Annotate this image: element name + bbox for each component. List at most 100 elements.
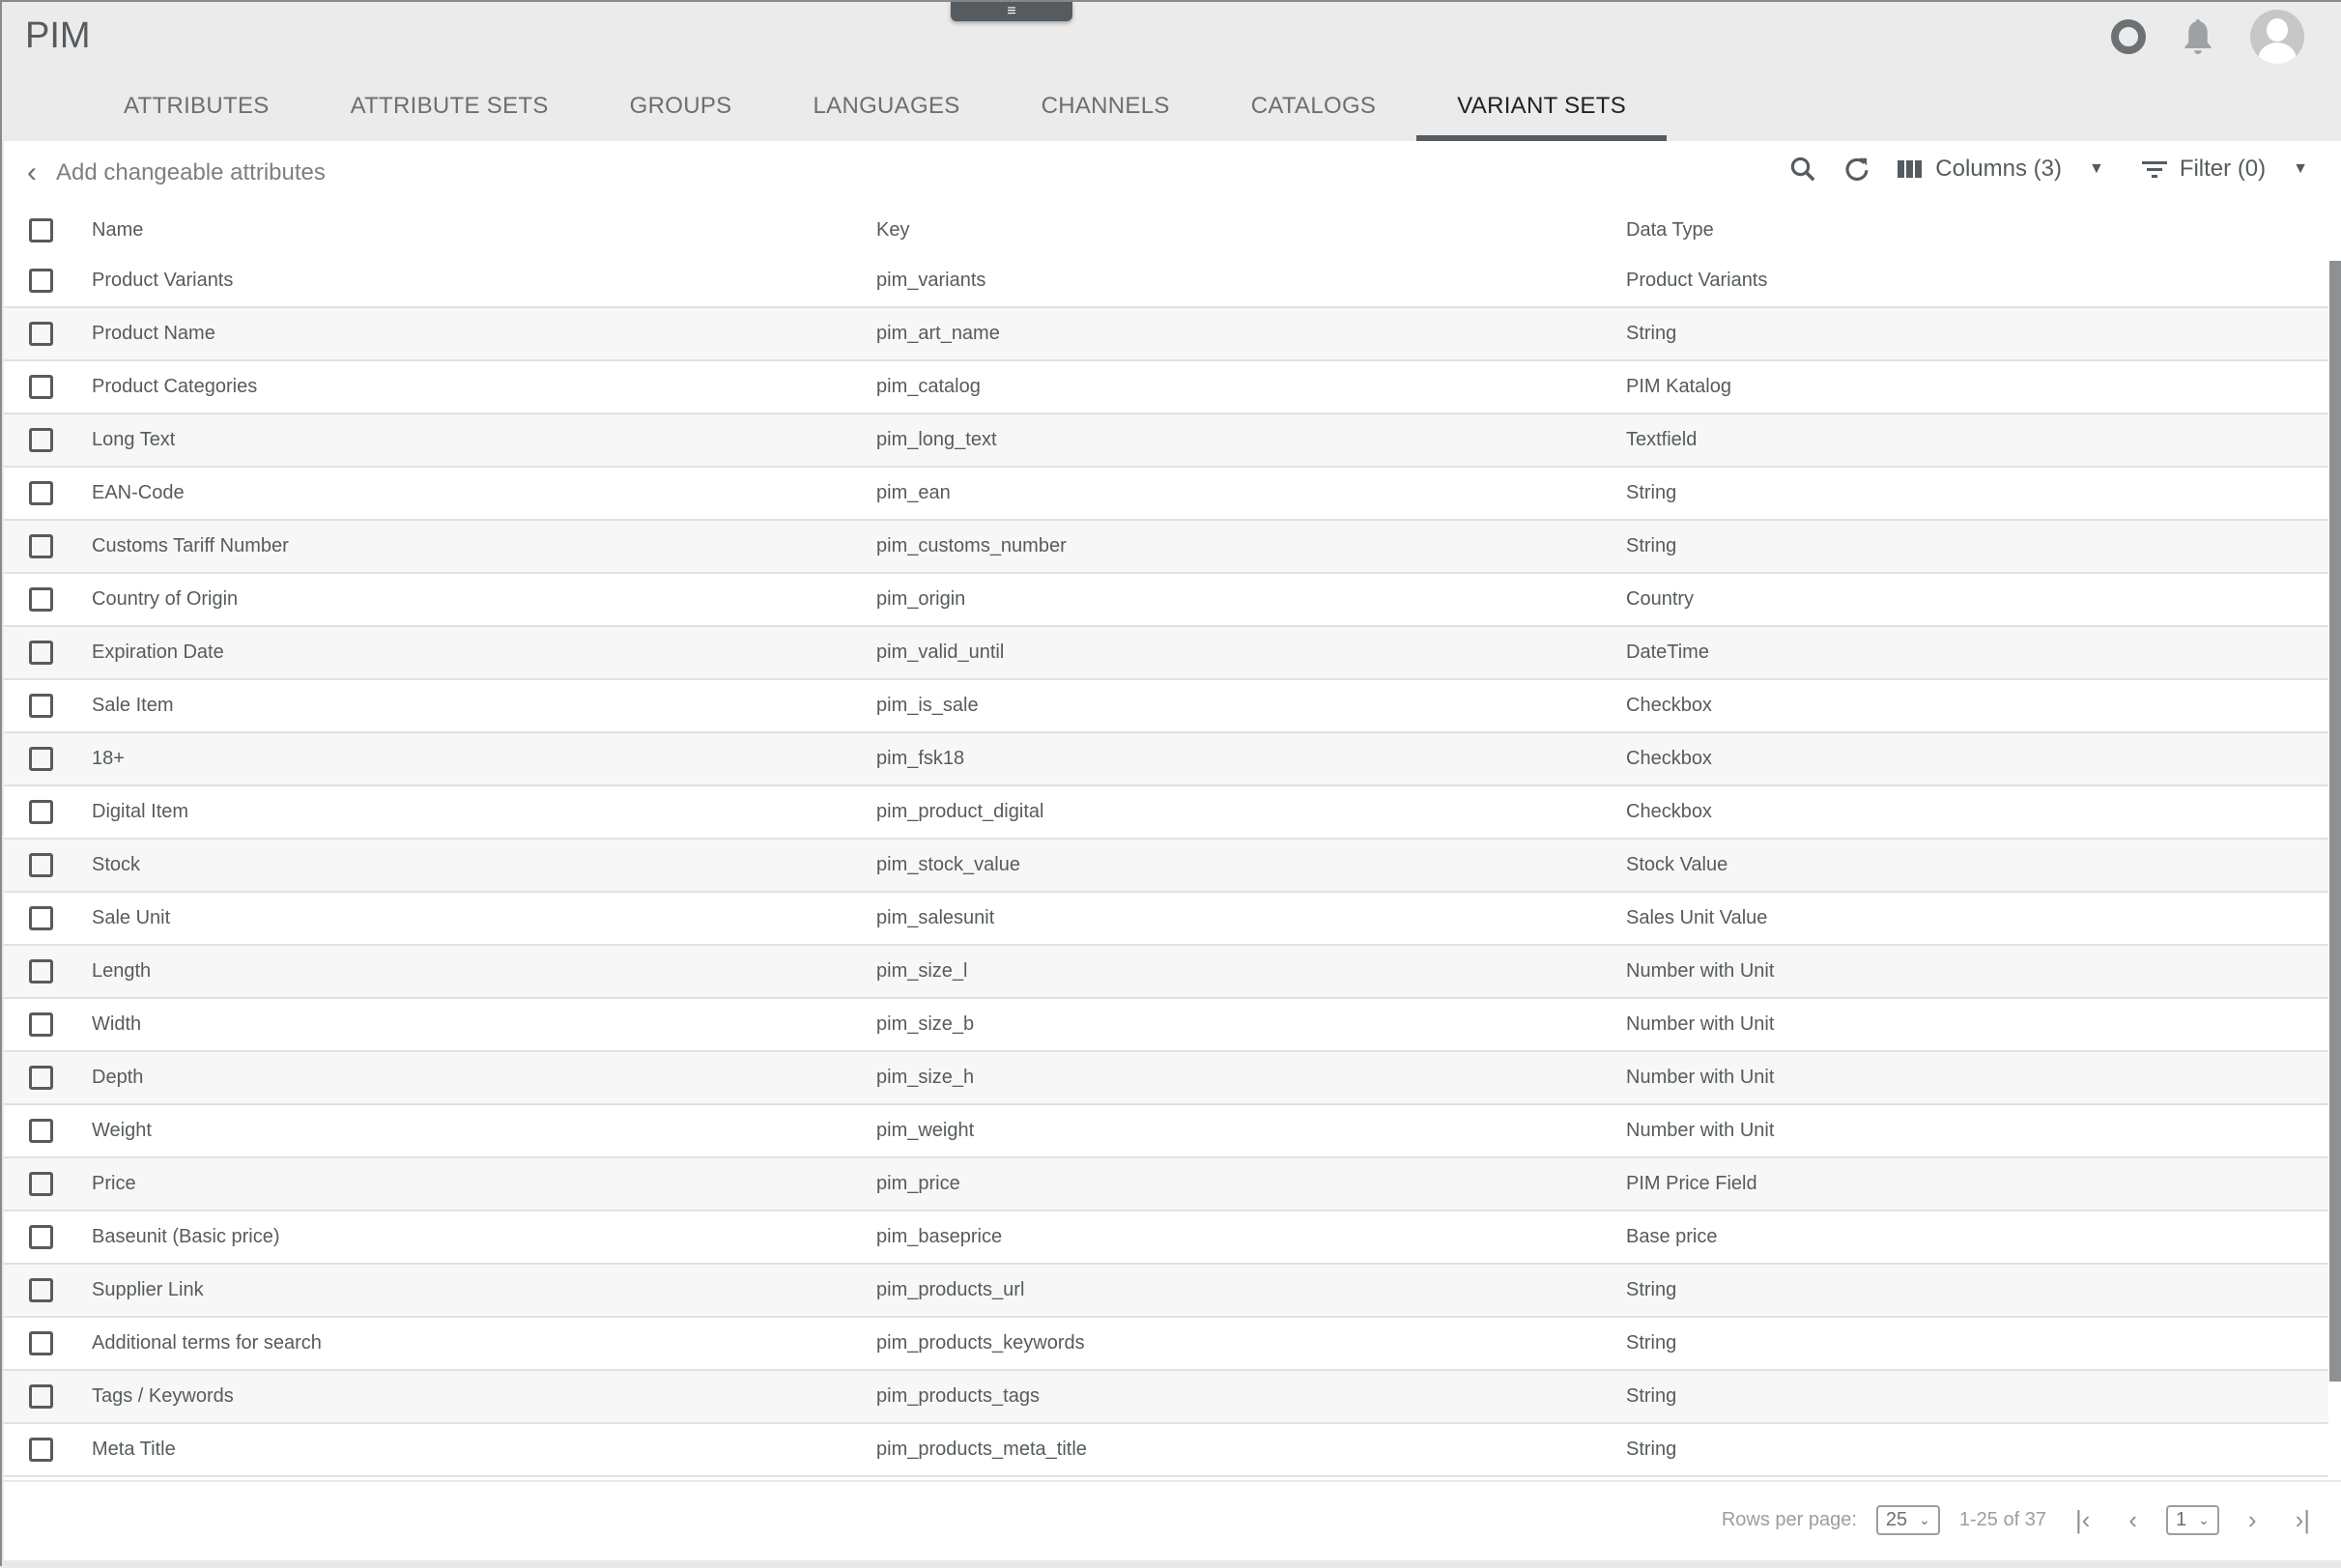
cell-key: pim_size_l xyxy=(876,960,968,982)
refresh-button[interactable] xyxy=(1842,155,1871,184)
cell-key: pim_weight xyxy=(876,1120,975,1141)
table-row[interactable]: Depth pim_size_h Number with Unit xyxy=(4,1052,2328,1105)
row-checkbox[interactable] xyxy=(29,959,53,984)
row-checkbox[interactable] xyxy=(29,1384,53,1409)
last-page-button[interactable]: ›| xyxy=(2286,1505,2320,1535)
page-value: 1 xyxy=(2176,1509,2187,1530)
table-row[interactable]: Expiration Date pim_valid_until DateTime xyxy=(4,627,2328,680)
drawer-toggle-button[interactable]: ≡ xyxy=(951,2,1072,21)
row-checkbox[interactable] xyxy=(29,534,53,558)
select-all-checkbox[interactable] xyxy=(29,217,53,242)
table-row[interactable]: Meta Title pim_products_meta_title String xyxy=(4,1424,2328,1477)
table-row[interactable]: Digital Item pim_product_digital Checkbox xyxy=(4,786,2328,840)
table-row[interactable]: Width pim_size_b Number with Unit xyxy=(4,999,2328,1052)
cell-name: Long Text xyxy=(92,429,176,450)
tab-attributes[interactable]: ATTRIBUTES xyxy=(83,81,310,141)
column-header-data-type[interactable]: Data Type xyxy=(1626,219,1714,242)
table-row[interactable]: Sale Item pim_is_sale Checkbox xyxy=(4,680,2328,733)
cell-name: Baseunit (Basic price) xyxy=(92,1226,280,1247)
back-button[interactable]: ‹ Add changeable attributes xyxy=(27,158,326,187)
vertical-scrollbar[interactable] xyxy=(2329,261,2341,1382)
toolbar-tools: Columns (3) ▼ Filter (0) ▼ xyxy=(1788,155,2308,184)
tab-variant-sets[interactable]: VARIANT SETS xyxy=(1416,81,1667,141)
previous-page-button[interactable]: ‹ xyxy=(2119,1505,2147,1535)
row-checkbox[interactable] xyxy=(29,1119,53,1143)
tab-channels[interactable]: CHANNELS xyxy=(1001,81,1211,141)
row-checkbox[interactable] xyxy=(29,1012,53,1037)
tab-groups[interactable]: GROUPS xyxy=(589,81,773,141)
row-checkbox[interactable] xyxy=(29,906,53,930)
cell-key: pim_products_meta_title xyxy=(876,1439,1087,1460)
row-checkbox[interactable] xyxy=(29,1331,53,1355)
cell-data-type: String xyxy=(1626,1332,1677,1354)
filter-icon xyxy=(2141,161,2167,178)
columns-button[interactable]: Columns (3) ▼ xyxy=(1897,156,2104,183)
table-row[interactable]: Product Name pim_art_name String xyxy=(4,308,2328,361)
attributes-table: Name Key Data Type Product Variants pim_v… xyxy=(4,205,2328,1477)
row-checkbox[interactable] xyxy=(29,1225,53,1249)
table-row[interactable]: Customs Tariff Number pim_customs_number S… xyxy=(4,521,2328,574)
tab-attribute-sets[interactable]: ATTRIBUTE SETS xyxy=(310,81,589,141)
account-button[interactable] xyxy=(2250,10,2304,64)
cell-name: Sale Unit xyxy=(92,907,171,928)
table-row[interactable]: Stock pim_stock_value Stock Value xyxy=(4,840,2328,893)
notifications-button[interactable] xyxy=(2181,16,2215,57)
cell-data-type: DateTime xyxy=(1626,641,1709,663)
column-header-name[interactable]: Name xyxy=(92,219,143,242)
table-row[interactable]: Product Categories pim_catalog PIM Katalog xyxy=(4,361,2328,414)
table-row[interactable]: 18+ pim_fsk18 Checkbox xyxy=(4,733,2328,786)
cell-key: pim_long_text xyxy=(876,429,997,450)
tab-catalogs[interactable]: CATALOGS xyxy=(1211,81,1417,141)
cell-name: Customs Tariff Number xyxy=(92,535,289,556)
column-header-key[interactable]: Key xyxy=(876,219,909,242)
app-header: PIM ≡ ATTRIBUTES ATTRIBUTE SETS GROUPS L… xyxy=(2,2,2341,141)
table-row[interactable]: Long Text pim_long_text Textfield xyxy=(4,414,2328,468)
table-row[interactable]: Tags / Keywords pim_products_tags String xyxy=(4,1371,2328,1424)
table-row[interactable]: Length pim_size_l Number with Unit xyxy=(4,946,2328,999)
row-checkbox[interactable] xyxy=(29,428,53,452)
row-checkbox[interactable] xyxy=(29,747,53,771)
row-checkbox[interactable] xyxy=(29,800,53,824)
cell-data-type: PIM Price Field xyxy=(1626,1173,1757,1194)
cell-data-type: Base price xyxy=(1626,1226,1718,1247)
row-checkbox[interactable] xyxy=(29,587,53,612)
cell-key: pim_ean xyxy=(876,482,951,503)
table-row[interactable]: Product Variants pim_variants Product Vari… xyxy=(4,255,2328,308)
cell-key: pim_fsk18 xyxy=(876,748,965,769)
first-page-button[interactable]: |‹ xyxy=(2066,1505,2099,1535)
table-row[interactable]: Weight pim_weight Number with Unit xyxy=(4,1105,2328,1158)
chevron-down-icon: ⌄ xyxy=(2198,1512,2210,1527)
table-body: Product Variants pim_variants Product Vari… xyxy=(4,255,2328,1477)
row-checkbox[interactable] xyxy=(29,1172,53,1196)
content-panel: ‹ Add changeable attributes Columns (3) … xyxy=(4,141,2341,1568)
table-row[interactable]: Price pim_price PIM Price Field xyxy=(4,1158,2328,1212)
row-checkbox[interactable] xyxy=(29,1438,53,1462)
row-checkbox[interactable] xyxy=(29,853,53,877)
rows-per-page-select[interactable]: 25 ⌄ xyxy=(1875,1505,1940,1535)
next-page-button[interactable]: › xyxy=(2239,1505,2267,1535)
page-select[interactable]: 1 ⌄ xyxy=(2166,1505,2219,1535)
tab-languages[interactable]: LANGUAGES xyxy=(773,81,1001,141)
row-checkbox[interactable] xyxy=(29,694,53,718)
cell-name: Product Name xyxy=(92,323,215,344)
row-checkbox[interactable] xyxy=(29,1278,53,1302)
row-checkbox[interactable] xyxy=(29,641,53,665)
row-checkbox[interactable] xyxy=(29,322,53,346)
status-ring-icon xyxy=(2111,19,2146,54)
table-row[interactable]: Country of Origin pim_origin Country xyxy=(4,574,2328,627)
row-checkbox[interactable] xyxy=(29,269,53,293)
row-checkbox[interactable] xyxy=(29,481,53,505)
row-checkbox[interactable] xyxy=(29,375,53,399)
table-row[interactable]: Supplier Link pim_products_url String xyxy=(4,1265,2328,1318)
table-row[interactable]: Additional terms for search pim_products_… xyxy=(4,1318,2328,1371)
table-row[interactable]: Sale Unit pim_salesunit Sales Unit Value xyxy=(4,893,2328,946)
cell-name: Tags / Keywords xyxy=(92,1385,234,1407)
table-row[interactable]: Baseunit (Basic price) pim_baseprice Base … xyxy=(4,1212,2328,1265)
filter-button[interactable]: Filter (0) ▼ xyxy=(2141,156,2308,183)
table-row[interactable]: EAN-Code pim_ean String xyxy=(4,468,2328,521)
status-button[interactable] xyxy=(2111,19,2146,54)
search-button[interactable] xyxy=(1788,155,1817,184)
cell-name: 18+ xyxy=(92,748,125,769)
cell-data-type: String xyxy=(1626,535,1677,556)
row-checkbox[interactable] xyxy=(29,1066,53,1090)
